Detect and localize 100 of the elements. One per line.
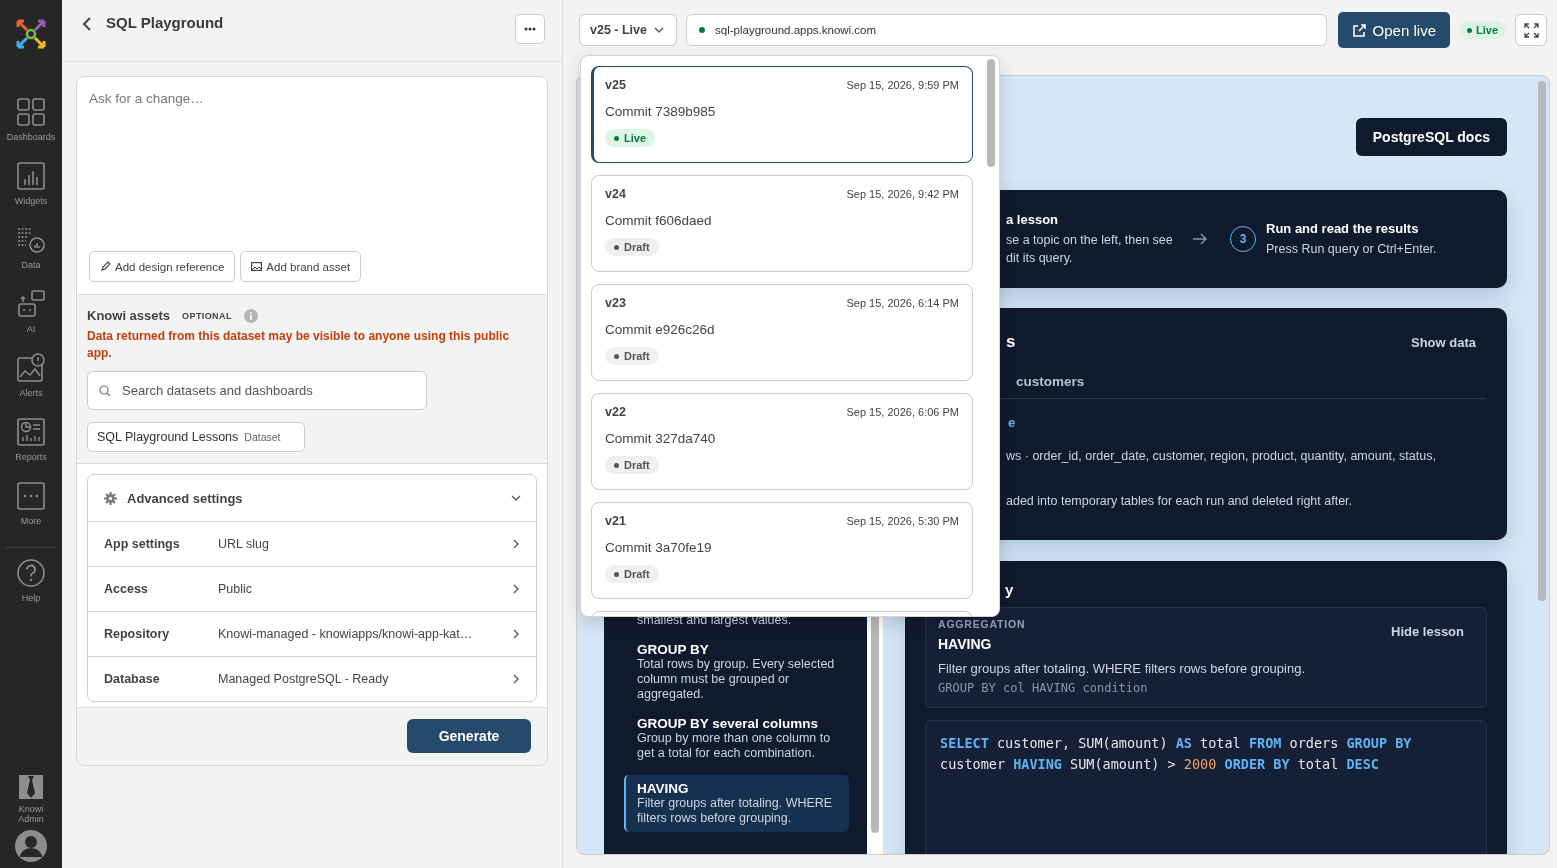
url-field[interactable]: sql-playground.apps.knowi.com xyxy=(686,14,1327,46)
prompt-field[interactable]: Ask for a change… xyxy=(89,91,535,251)
settings-row[interactable]: Access Public xyxy=(88,566,536,611)
chevron-icon xyxy=(512,538,520,550)
open-live-button[interactable]: Open live xyxy=(1337,12,1450,48)
scrollbar[interactable] xyxy=(1538,81,1546,601)
account-item[interactable]: Knowi Admin xyxy=(6,774,56,824)
version-card[interactable]: v23 Sep 15, 2026, 6:14 PM Commit e926c26d Draft xyxy=(591,284,973,381)
table-tab[interactable]: customers xyxy=(1016,374,1085,398)
version-card[interactable]: v25 Sep 15, 2026, 9:59 PM Commit 7389b985 Live xyxy=(591,66,973,163)
status-badge: Draft xyxy=(605,456,659,474)
back-icon[interactable] xyxy=(82,17,92,31)
gear-icon xyxy=(104,491,117,505)
type-label: Dataset xyxy=(244,431,281,443)
commit-label: Commit e926c26d xyxy=(605,322,716,337)
search-field[interactable]: Search datasets and dashboards xyxy=(87,371,427,410)
commit-label: Commit 7389b985 xyxy=(605,104,717,119)
dataset-chip[interactable]: SQL Playground Lessons Dataset xyxy=(87,422,306,452)
note-text: aded into temporary tables for each run and deleted right after. xyxy=(1005,494,1354,508)
version-number: v25 xyxy=(605,78,626,92)
nav-item[interactable]: Dashboards xyxy=(0,97,62,161)
section-title: Knowi assets xyxy=(87,308,171,323)
tie-icon xyxy=(18,774,44,800)
attach-button[interactable]: Add design reference xyxy=(89,251,236,282)
syntax-text: GROUP BY col HAVING condition xyxy=(938,681,1149,695)
show-data-link[interactable]: Show data xyxy=(1411,334,1476,350)
pencil-icon xyxy=(100,261,111,272)
hide-lesson-link[interactable]: Hide lesson xyxy=(1391,624,1464,639)
version-card[interactable]: v22 Sep 15, 2026, 6:06 PM Commit 327da740 Draft xyxy=(591,393,973,490)
prompt-composer[interactable]: Ask for a change… Add design reference Add brand asset xyxy=(77,77,547,295)
robot-chat-icon xyxy=(16,289,46,319)
step-text: dit its query. xyxy=(1006,249,1074,267)
nav-item[interactable]: Alerts xyxy=(0,353,62,417)
query-editor[interactable]: SELECT customer, SUM(amount) AS total FROM orders GROUP BY customer HAVING SUM(amount) > 2000 ORDER BY total DESC xyxy=(925,720,1487,854)
search-icon xyxy=(99,384,111,397)
version-date: Sep 15, 2026, 6:06 PM xyxy=(846,406,959,418)
alert-chart-icon xyxy=(16,353,46,383)
lesson-topic[interactable]: GROUP BY Total rows by group. Every selected column must be grouped or aggregated. xyxy=(624,642,850,702)
generate-button[interactable]: Generate xyxy=(407,719,531,753)
version-date: Sep 15, 2026, 9:42 PM xyxy=(846,188,959,200)
version-card[interactable]: v24 Sep 15, 2026, 9:42 PM Commit f606daed Draft xyxy=(591,175,973,272)
dashboard-grid-icon xyxy=(16,97,46,127)
category-label: AGGREGATION xyxy=(938,618,1027,630)
lesson-topic[interactable]: GROUP BY several columns Group by more than one column to get a total for each combination. xyxy=(624,716,850,761)
docs-button[interactable]: PostgreSQL docs xyxy=(1355,118,1507,156)
settings-row[interactable]: Database Managed PostgreSQL - Ready xyxy=(88,656,536,701)
help-icon xyxy=(16,558,46,588)
fullscreen-button[interactable] xyxy=(1515,14,1547,46)
version-card[interactable]: v21 Sep 15, 2026, 5:30 PM Commit 3a70fe19 Draft xyxy=(591,502,973,599)
search-input[interactable]: Search datasets and dashboards xyxy=(120,382,415,399)
lesson-text: Filter groups after totaling. WHERE filters rows before grouping. xyxy=(938,661,1307,676)
step-text: se a topic on the left, then see xyxy=(1006,231,1174,249)
attach-button[interactable]: Add brand asset xyxy=(240,251,362,282)
logo-icon[interactable] xyxy=(14,17,48,51)
scrollbar[interactable] xyxy=(987,59,995,167)
expand-icon xyxy=(1523,22,1539,38)
avatar-icon[interactable] xyxy=(15,830,47,862)
warning-text: Data returned from this dataset may be visible to anyone using this public app. xyxy=(87,328,511,362)
more-icon xyxy=(524,27,536,31)
caret-icon xyxy=(654,27,664,33)
version-date: Sep 15, 2026, 6:14 PM xyxy=(846,297,959,309)
nav-item[interactable]: Reports xyxy=(0,417,62,481)
bar-chart-icon xyxy=(16,161,46,191)
link[interactable]: e xyxy=(1008,415,1016,430)
nav-item[interactable]: Help xyxy=(0,558,62,622)
version-number: v24 xyxy=(605,187,626,201)
card-title: y xyxy=(1005,581,1014,598)
settings-row[interactable]: Repository Knowi-managed - knowiapps/knowi-app-kat… xyxy=(88,611,536,656)
lesson-topic[interactable]: HAVING Filter groups after totaling. WHERE filters rows before grouping. xyxy=(624,775,850,832)
version-number: v23 xyxy=(605,296,626,310)
info-icon[interactable] xyxy=(243,308,258,323)
step-title: Run and read the results xyxy=(1266,220,1420,236)
image-icon xyxy=(251,261,263,272)
more-button[interactable] xyxy=(515,14,545,44)
status-badge: Draft xyxy=(605,347,659,365)
version-number: v22 xyxy=(605,405,626,419)
status-badge: Live xyxy=(605,129,655,147)
page-title: SQL Playground xyxy=(106,14,225,31)
step-title: a lesson xyxy=(1006,211,1060,227)
settings-header[interactable]: Advanced settings xyxy=(88,475,536,521)
version-date: Sep 15, 2026, 9:59 PM xyxy=(846,79,959,91)
nav-item[interactable]: AI xyxy=(0,289,62,353)
nav-item[interactable]: More xyxy=(0,481,62,545)
lesson-title: HAVING xyxy=(938,636,993,652)
version-number: v21 xyxy=(605,514,626,528)
version-select[interactable]: v25 - Live xyxy=(579,14,677,46)
version-date: Sep 15, 2026, 5:30 PM xyxy=(846,515,959,527)
nav-item[interactable]: Data xyxy=(0,225,62,289)
status-badge: Draft xyxy=(605,565,659,583)
chevron-icon xyxy=(512,628,520,640)
card-title: s xyxy=(1006,332,1016,352)
settings-row[interactable]: App settings URL slug xyxy=(88,521,536,566)
more-icon xyxy=(16,481,46,511)
chevron-icon xyxy=(512,583,520,595)
report-icon xyxy=(16,417,46,447)
optional-label: OPTIONAL xyxy=(182,310,232,321)
arrow-icon xyxy=(1192,233,1208,245)
nav-item[interactable]: Widgets xyxy=(0,161,62,225)
status-badge: Draft xyxy=(605,238,659,256)
external-link-icon xyxy=(1351,22,1367,38)
